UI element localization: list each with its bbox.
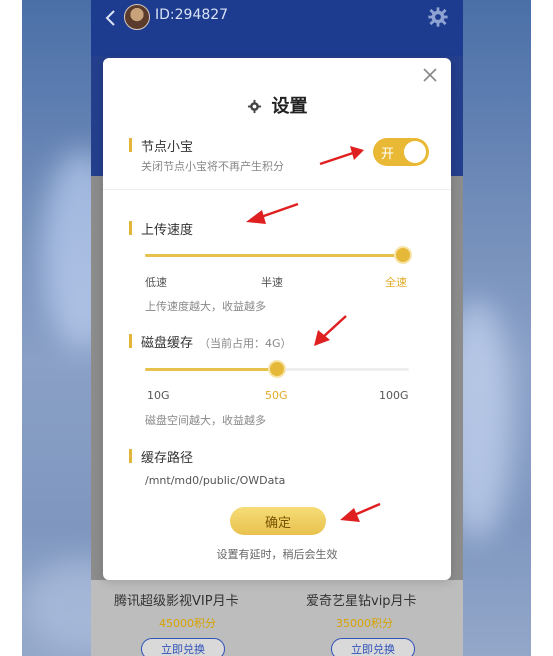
avatar[interactable] [124, 4, 150, 30]
disk-cache-knob[interactable] [270, 362, 284, 376]
card-title: 腾讯超级影视VIP月卡 [114, 594, 239, 609]
disk-cache-title: 磁盘缓存 （当前占用：4G） [141, 332, 292, 351]
redeem-button[interactable]: 立即兑换 [141, 638, 225, 656]
annotation-arrow [319, 146, 364, 166]
confirm-button[interactable]: 确定 [230, 507, 326, 535]
disk-tick-10g: 10G [147, 389, 170, 402]
card-title: 爱奇艺星钻vip月卡 [306, 594, 417, 609]
toggle-label: 开 [381, 147, 395, 162]
close-icon[interactable] [423, 68, 437, 82]
section-marker [129, 449, 132, 463]
card-points: 45000积分 [159, 617, 216, 630]
upload-tick-low: 低速 [145, 276, 167, 289]
cache-path-value: /mnt/md0/public/OWData [145, 474, 286, 487]
disk-tick-100g: 100G [379, 389, 409, 402]
annotation-arrow [340, 502, 381, 522]
gear-icon [247, 99, 261, 114]
disk-cache-fill [145, 368, 277, 371]
divider [103, 189, 451, 190]
section-marker [129, 138, 132, 152]
dialog-title-text: 设置 [271, 96, 308, 117]
node-title: 节点小宝 [141, 140, 194, 155]
annotation-arrow [246, 202, 299, 224]
card-points: 35000积分 [336, 617, 393, 630]
user-id: ID:294827 [155, 7, 229, 23]
upload-hint: 上传速度越大，收益越多 [145, 300, 266, 313]
upload-tick-full: 全速 [385, 276, 407, 289]
disk-tick-50g: 50G [265, 389, 288, 402]
node-toggle[interactable]: 开 [373, 138, 429, 166]
section-marker [129, 334, 132, 348]
cache-path-title: 缓存路径 [141, 451, 194, 466]
annotation-arrow [314, 315, 347, 346]
section-marker [129, 221, 132, 235]
disk-hint: 磁盘空间越大，收益越多 [145, 414, 266, 427]
upload-speed-knob[interactable] [396, 248, 410, 262]
delay-note: 设置有延时，稍后会生效 [216, 548, 338, 561]
redeem-button[interactable]: 立即兑换 [331, 638, 415, 656]
upload-speed-title: 上传速度 [141, 223, 194, 238]
node-subtitle: 关闭节点小宝将不再产生积分 [141, 160, 284, 173]
toggle-knob [404, 141, 426, 163]
app-header: ID:294827 [91, 0, 463, 56]
upload-speed-fill [145, 254, 403, 257]
disk-cache-label: 磁盘缓存 [141, 336, 194, 351]
dialog-title: 设置 [103, 92, 451, 118]
gear-icon[interactable] [427, 6, 449, 28]
upload-tick-half: 半速 [261, 276, 283, 289]
disk-cache-usage: （当前占用：4G） [199, 337, 292, 350]
settings-dialog: 设置 节点小宝 关闭节点小宝将不再产生积分 开 上传速度 低速 半速 全速 上传… [103, 58, 451, 580]
back-arrow-icon[interactable] [101, 8, 121, 28]
